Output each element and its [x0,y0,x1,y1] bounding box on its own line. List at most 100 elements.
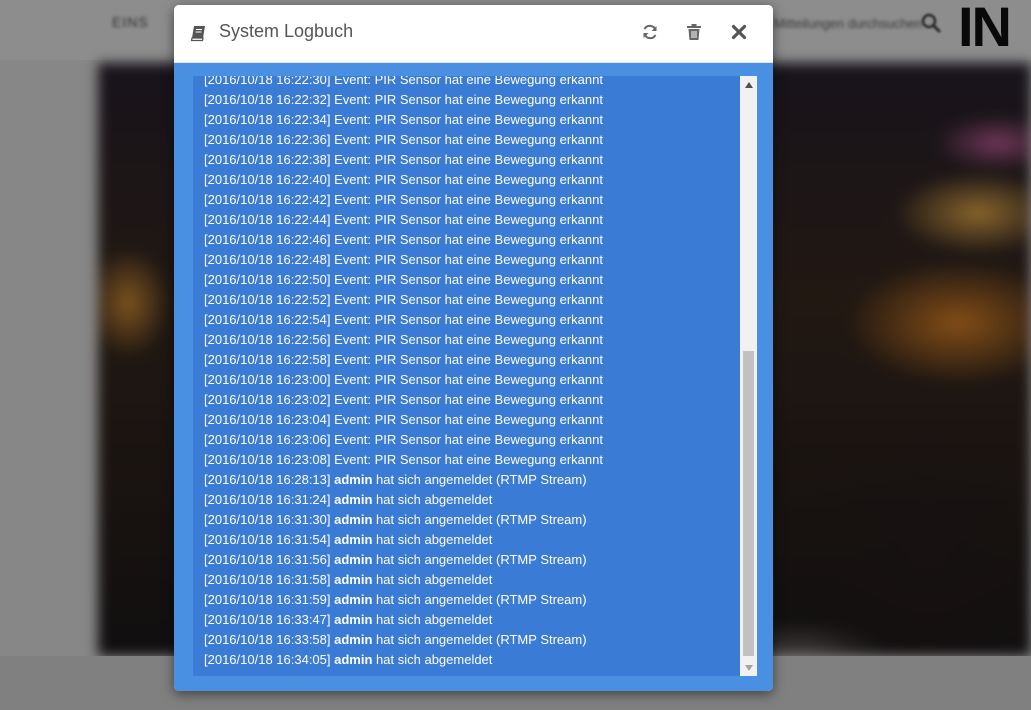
log-message: Event: PIR Sensor hat eine Bewegung erka… [330,76,603,87]
log-timestamp: [2016/10/18 16:22:56] [204,332,331,347]
log-entry: [2016/10/18 16:23:04] Event: PIR Sensor … [204,410,744,430]
log-username: admin [334,632,373,647]
log-timestamp: [2016/10/18 16:22:30] [204,76,331,87]
log-message: Event: PIR Sensor hat eine Bewegung erka… [330,132,603,147]
log-timestamp: [2016/10/18 16:22:38] [204,152,331,167]
log-scrollbar[interactable] [740,76,757,676]
scroll-down-button[interactable] [740,659,757,676]
refresh-button[interactable] [639,21,661,43]
log-timestamp: [2016/10/18 16:22:46] [204,232,331,247]
log-timestamp: [2016/10/18 16:33:58] [204,632,331,647]
triangle-up-icon [744,81,753,88]
log-entry: [2016/10/18 16:33:47] admin hat sich abg… [204,610,744,630]
log-timestamp: [2016/10/18 16:31:58] [204,572,331,587]
log-message: hat sich angemeldet (RTMP Stream) [372,512,587,527]
log-timestamp: [2016/10/18 16:23:02] [204,392,331,407]
log-timestamp: [2016/10/18 16:31:56] [204,552,331,567]
triangle-down-icon [744,664,753,671]
log-entry: [2016/10/18 16:22:34] Event: PIR Sensor … [204,110,744,130]
log-entry: [2016/10/18 16:23:00] Event: PIR Sensor … [204,370,744,390]
log-entry: [2016/10/18 16:22:44] Event: PIR Sensor … [204,210,744,230]
log-entry: [2016/10/18 16:31:24] admin hat sich abg… [204,490,744,510]
log-entry: [2016/10/18 16:31:59] admin hat sich ang… [204,590,744,610]
close-icon [731,24,747,40]
log-username: admin [334,592,373,607]
log-entry: [2016/10/18 16:31:58] admin hat sich abg… [204,570,744,590]
log-entry: [2016/10/18 16:23:02] Event: PIR Sensor … [204,390,744,410]
log-entry: [2016/10/18 16:22:40] Event: PIR Sensor … [204,170,744,190]
clear-log-button[interactable] [683,21,705,43]
log-timestamp: [2016/10/18 16:31:54] [204,532,331,547]
log-entry: [2016/10/18 16:31:30] admin hat sich ang… [204,510,744,530]
log-username: admin [334,572,373,587]
log-entry: [2016/10/18 16:28:13] admin hat sich ang… [204,470,744,490]
log-entry: [2016/10/18 16:22:52] Event: PIR Sensor … [204,290,744,310]
log-entry: [2016/10/18 16:31:56] admin hat sich ang… [204,550,744,570]
log-message: Event: PIR Sensor hat eine Bewegung erka… [330,452,603,467]
log-timestamp: [2016/10/18 16:22:52] [204,292,331,307]
log-timestamp: [2016/10/18 16:34:05] [204,652,331,667]
log-timestamp: [2016/10/18 16:31:30] [204,512,331,527]
log-entry: [2016/10/18 16:22:38] Event: PIR Sensor … [204,150,744,170]
log-entry: [2016/10/18 16:23:06] Event: PIR Sensor … [204,430,744,450]
log-entry: [2016/10/18 16:22:56] Event: PIR Sensor … [204,330,744,350]
log-message: Event: PIR Sensor hat eine Bewegung erka… [330,412,603,427]
log-message: Event: PIR Sensor hat eine Bewegung erka… [330,152,603,167]
log-timestamp: [2016/10/18 16:22:36] [204,132,331,147]
log-username: admin [334,612,373,627]
log-timestamp: [2016/10/18 16:22:48] [204,252,331,267]
log-message: hat sich angemeldet (RTMP Stream) [372,632,587,647]
modal-body: [2016/10/18 16:22:30] Event: PIR Sensor … [174,63,773,691]
log-timestamp: [2016/10/18 16:22:34] [204,112,331,127]
log-message: Event: PIR Sensor hat eine Bewegung erka… [330,272,603,287]
log-message: Event: PIR Sensor hat eine Bewegung erka… [330,232,603,247]
log-message: Event: PIR Sensor hat eine Bewegung erka… [330,372,603,387]
log-message: Event: PIR Sensor hat eine Bewegung erka… [330,192,603,207]
log-entry: [2016/10/18 16:22:54] Event: PIR Sensor … [204,310,744,330]
refresh-icon [643,24,657,40]
log-timestamp: [2016/10/18 16:28:13] [204,472,331,487]
log-textarea[interactable]: [2016/10/18 16:22:30] Event: PIR Sensor … [193,76,757,676]
log-timestamp: [2016/10/18 16:22:54] [204,312,331,327]
log-timestamp: [2016/10/18 16:22:40] [204,172,331,187]
log-entry: [2016/10/18 16:22:32] Event: PIR Sensor … [204,90,744,110]
log-entry: [2016/10/18 16:22:36] Event: PIR Sensor … [204,130,744,150]
log-entry: [2016/10/18 16:22:30] Event: PIR Sensor … [204,76,744,90]
log-timestamp: [2016/10/18 16:22:58] [204,352,331,367]
log-username: admin [334,512,373,527]
log-message: Event: PIR Sensor hat eine Bewegung erka… [330,352,603,367]
log-username: admin [334,552,373,567]
log-timestamp: [2016/10/18 16:31:59] [204,592,331,607]
log-message: Event: PIR Sensor hat eine Bewegung erka… [330,212,603,227]
log-message: Event: PIR Sensor hat eine Bewegung erka… [330,92,603,107]
modal-header: System Logbuch [174,5,773,63]
log-timestamp: [2016/10/18 16:33:47] [204,612,331,627]
log-entry: [2016/10/18 16:33:58] admin hat sich ang… [204,630,744,650]
log-message: Event: PIR Sensor hat eine Bewegung erka… [330,292,603,307]
log-entry: [2016/10/18 16:31:54] admin hat sich abg… [204,530,744,550]
system-log-modal: System Logbuch [2016/10/18 16:22:30] Eve… [174,5,773,691]
close-button[interactable] [728,21,750,43]
log-entry: [2016/10/18 16:22:58] Event: PIR Sensor … [204,350,744,370]
scroll-up-button[interactable] [740,76,757,93]
log-timestamp: [2016/10/18 16:22:42] [204,192,331,207]
log-message: Event: PIR Sensor hat eine Bewegung erka… [330,392,603,407]
log-timestamp: [2016/10/18 16:23:08] [204,452,331,467]
log-entry: [2016/10/18 16:22:42] Event: PIR Sensor … [204,190,744,210]
log-message: hat sich abgemeldet [372,492,493,507]
log-list: [2016/10/18 16:22:30] Event: PIR Sensor … [204,76,744,670]
log-username: admin [334,532,373,547]
log-timestamp: [2016/10/18 16:22:50] [204,272,331,287]
log-entry: [2016/10/18 16:22:48] Event: PIR Sensor … [204,250,744,270]
log-message: Event: PIR Sensor hat eine Bewegung erka… [330,112,603,127]
log-timestamp: [2016/10/18 16:31:24] [204,492,331,507]
book-icon [190,26,205,42]
log-message: hat sich abgemeldet [372,572,493,587]
log-message: hat sich abgemeldet [372,532,493,547]
trash-icon [687,24,701,40]
log-username: admin [334,492,373,507]
scroll-thumb[interactable] [743,351,754,656]
log-message: Event: PIR Sensor hat eine Bewegung erka… [330,332,603,347]
log-message: hat sich abgemeldet [372,612,493,627]
log-message: Event: PIR Sensor hat eine Bewegung erka… [330,432,603,447]
